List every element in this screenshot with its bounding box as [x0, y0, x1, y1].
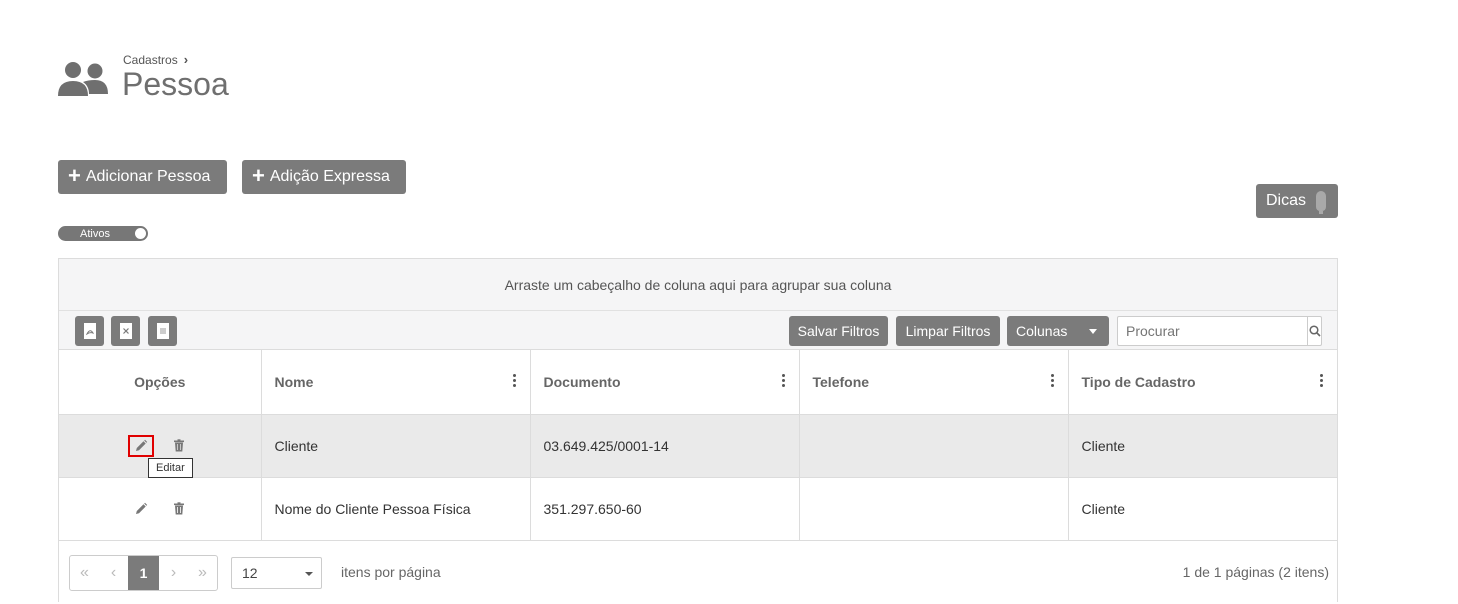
csv-export-button[interactable] — [148, 316, 177, 346]
pdf-export-button[interactable] — [75, 316, 104, 346]
row-options: Editar — [59, 414, 262, 478]
breadcrumb-separator: › — [183, 52, 189, 67]
excel-export-button[interactable] — [111, 316, 140, 346]
plus-icon: + — [252, 163, 265, 188]
cell-tipo: Cliente — [1068, 477, 1337, 541]
page-info: 1 de 1 páginas (2 itens) — [1182, 563, 1329, 580]
pencil-icon — [135, 439, 147, 451]
column-menu-icon[interactable] — [512, 374, 516, 387]
first-page-button[interactable]: « — [70, 556, 99, 590]
cell-telefone — [799, 477, 1069, 541]
trash-icon — [173, 439, 184, 452]
pager: « ‹ 1 › » 12 itens por página 1 de 1 pág… — [59, 540, 1337, 602]
edit-tooltip: Editar — [148, 457, 193, 478]
toggle-knob — [135, 228, 146, 239]
edit-button[interactable] — [127, 434, 154, 457]
trash-icon — [173, 502, 184, 515]
chevron-down-icon — [305, 571, 313, 576]
column-header-label: Documento — [543, 373, 621, 390]
page-title: Pessoa — [122, 66, 229, 102]
breadcrumb: Cadastros › — [123, 52, 188, 67]
column-header-tipo-cadastro[interactable]: Tipo de Cadastro — [1068, 350, 1337, 415]
clear-filters-button[interactable]: Limpar Filtros — [896, 316, 1000, 346]
save-filters-button[interactable]: Salvar Filtros — [789, 316, 888, 346]
cell-documento: 351.297.650-60 — [530, 477, 800, 541]
tips-label: Dicas — [1266, 192, 1307, 209]
breadcrumb-cadastros[interactable]: Cadastros — [123, 53, 178, 67]
group-panel[interactable]: Arraste um cabeçalho de coluna aqui para… — [59, 259, 1337, 311]
cell-telefone — [799, 414, 1069, 478]
users-icon — [58, 60, 110, 98]
column-header-nome[interactable]: Nome — [261, 350, 531, 415]
active-filter-toggle[interactable]: Ativos — [58, 226, 148, 241]
column-menu-icon[interactable] — [781, 374, 785, 387]
table-row[interactable]: Nome do Cliente Pessoa Física 351.297.65… — [59, 477, 1337, 541]
column-header-label: Telefone — [812, 373, 870, 390]
column-header-documento[interactable]: Documento — [530, 350, 800, 415]
page-size-label: itens por página — [341, 563, 441, 580]
columns-label: Colunas — [1016, 323, 1068, 339]
column-menu-icon[interactable] — [1320, 374, 1323, 387]
chevron-down-icon — [1089, 329, 1097, 334]
cell-nome: Nome do Cliente Pessoa Física — [261, 477, 531, 541]
column-header-telefone[interactable]: Telefone — [799, 350, 1069, 415]
search-button[interactable] — [1307, 317, 1321, 345]
pencil-icon — [135, 502, 147, 514]
search-icon — [1308, 325, 1321, 337]
toggle-label: Ativos — [80, 227, 110, 240]
data-grid: Arraste um cabeçalho de coluna aqui para… — [58, 258, 1338, 602]
pdf-export-icon — [83, 323, 96, 339]
edit-button[interactable] — [128, 498, 154, 520]
lightbulb-icon — [1316, 191, 1327, 214]
next-page-button[interactable]: › — [159, 556, 188, 590]
express-add-label: Adição Expressa — [269, 168, 390, 185]
column-menu-icon[interactable] — [1050, 374, 1054, 387]
page-navigation: « ‹ 1 › » — [69, 554, 218, 591]
search-field — [1117, 316, 1322, 346]
delete-button[interactable] — [166, 435, 192, 457]
tips-button[interactable]: Dicas — [1256, 184, 1338, 218]
plus-icon: + — [68, 163, 81, 188]
last-page-button[interactable]: » — [188, 556, 217, 590]
express-add-button[interactable]: + Adição Expressa — [242, 160, 406, 194]
cell-tipo: Cliente — [1068, 414, 1337, 478]
csv-export-icon — [156, 323, 169, 339]
prev-page-button[interactable]: ‹ — [99, 556, 128, 590]
excel-export-icon — [119, 323, 132, 339]
grid-toolbar: Salvar Filtros Limpar Filtros Colunas — [59, 311, 1337, 350]
search-input[interactable] — [1118, 317, 1307, 345]
delete-button[interactable] — [166, 498, 192, 520]
add-person-label: Adicionar Pessoa — [85, 168, 211, 185]
columns-dropdown[interactable]: Colunas — [1007, 316, 1109, 346]
add-person-button[interactable]: + Adicionar Pessoa — [58, 160, 227, 194]
column-header-label: Tipo de Cadastro — [1081, 373, 1196, 390]
page-size-value: 12 — [242, 564, 258, 581]
page-number-current[interactable]: 1 — [128, 555, 159, 590]
column-header-label: Nome — [274, 373, 314, 390]
row-options — [59, 477, 262, 541]
cell-nome: Cliente — [261, 414, 531, 478]
group-hint: Arraste um cabeçalho de coluna aqui para… — [504, 276, 892, 293]
grid-table: Opções Nome Documento Telefone Tipo de C… — [59, 350, 1337, 541]
table-row[interactable]: Editar Cliente 03.649.425/0001-14 Client… — [59, 414, 1337, 478]
column-header-opcoes: Opções — [59, 350, 262, 415]
page-size-select[interactable]: 12 — [231, 556, 322, 589]
cell-documento: 03.649.425/0001-14 — [530, 414, 800, 478]
